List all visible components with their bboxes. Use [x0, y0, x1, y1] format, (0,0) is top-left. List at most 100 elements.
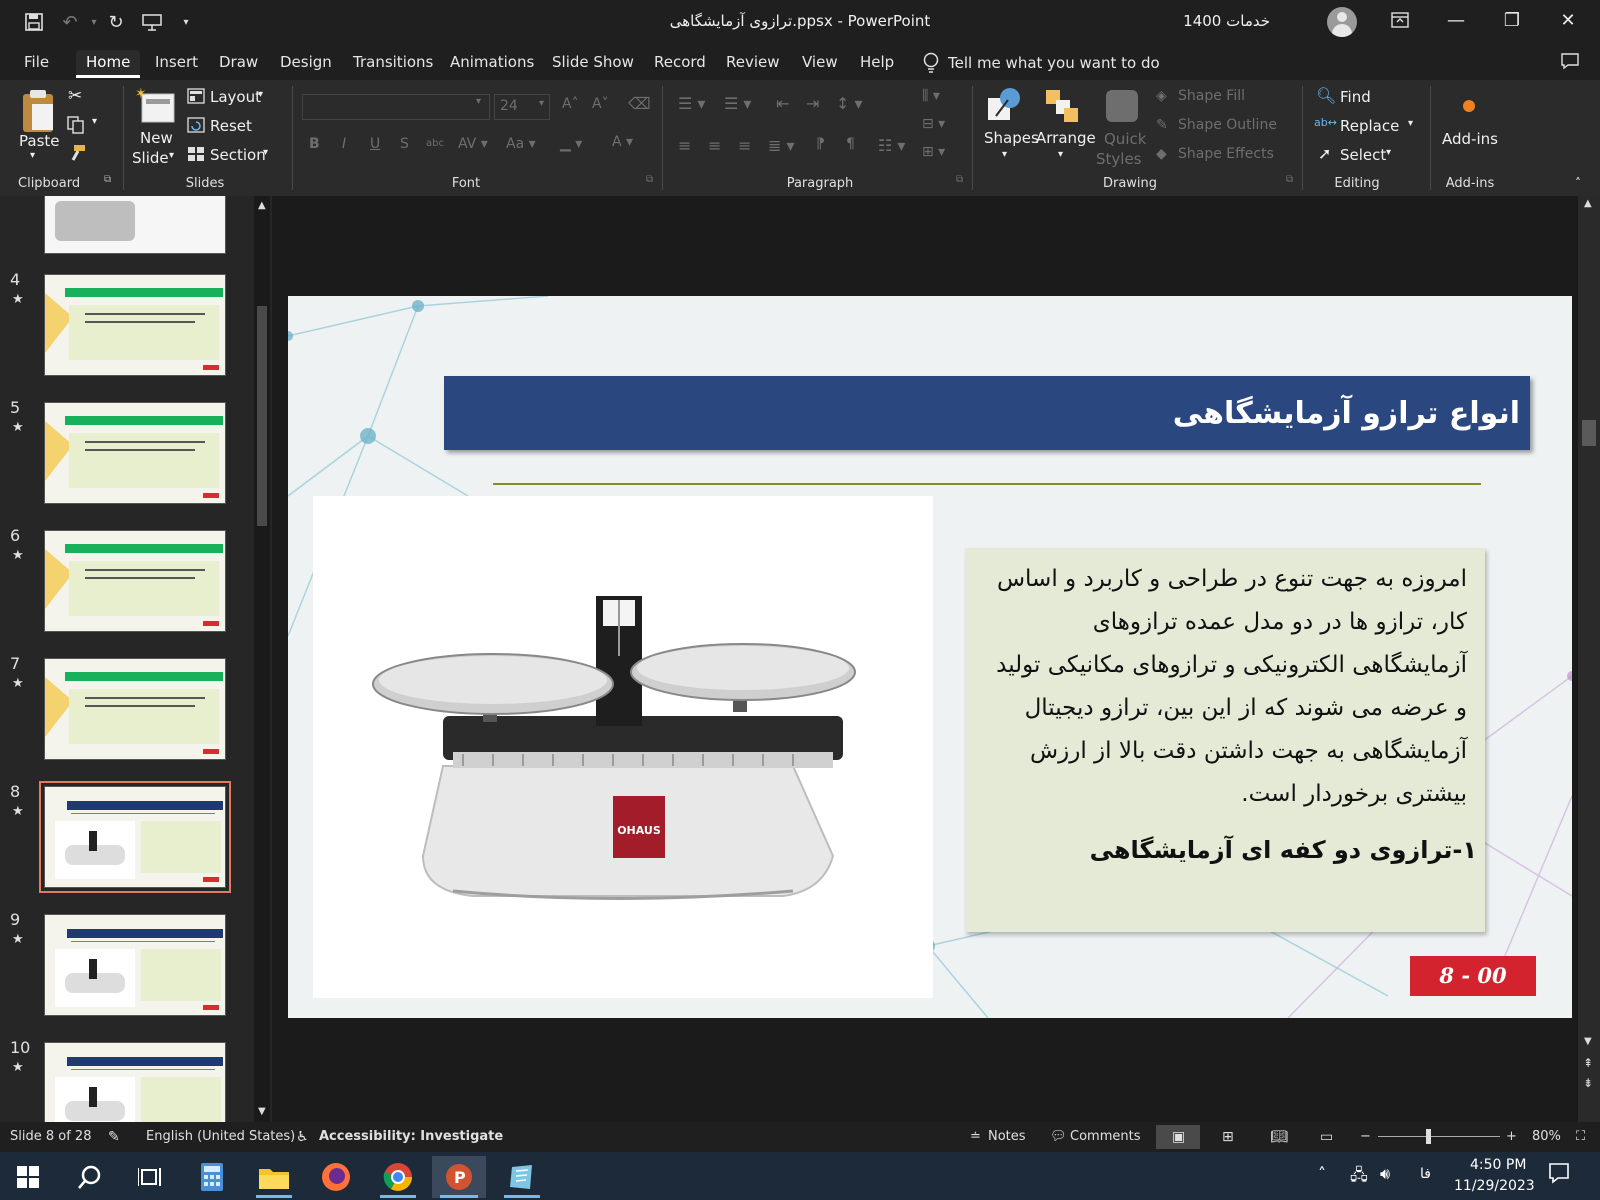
thumbnail-slide-7[interactable] — [44, 658, 226, 760]
reading-view-icon[interactable]: 📖︎ — [1270, 1129, 1288, 1145]
smartart-icon[interactable]: ⊞ ▾ — [922, 144, 945, 160]
new-slide-icon[interactable]: ✶ — [134, 86, 176, 130]
tab-review[interactable]: Review — [716, 50, 790, 78]
bullets-icon[interactable]: ☰ ▾ — [678, 94, 705, 113]
save-icon[interactable] — [20, 8, 48, 36]
section-dropdown-icon[interactable]: ▾ — [263, 147, 268, 158]
tab-draw[interactable]: Draw — [209, 50, 268, 78]
add-ins-button[interactable]: Add-ins — [1442, 130, 1498, 148]
font-name-dropdown-icon[interactable]: ▾ — [476, 96, 481, 107]
align-center-icon[interactable]: ≡ — [708, 136, 721, 155]
customize-toolbar-icon[interactable]: ▾ — [172, 8, 200, 36]
tab-animations[interactable]: Animations — [440, 50, 544, 78]
quick-styles-label-1[interactable]: Quick — [1104, 130, 1146, 148]
volume-icon[interactable]: 🔊︎ — [1380, 1164, 1390, 1184]
section-button[interactable]: Section — [210, 146, 266, 164]
align-left-icon[interactable]: ≡ — [678, 136, 691, 155]
scroll-up-icon[interactable]: ▲ — [258, 200, 266, 211]
language-status[interactable]: English (United States) — [146, 1129, 295, 1144]
line-spacing-icon[interactable]: ↕ ▾ — [836, 94, 863, 113]
zoom-in-icon[interactable]: + — [1506, 1129, 1517, 1144]
ltr-icon[interactable]: ⁋ — [816, 136, 825, 152]
arrange-icon[interactable] — [1044, 88, 1080, 128]
find-button[interactable]: Find — [1340, 88, 1371, 106]
character-spacing-icon[interactable]: AV ▾ — [458, 136, 488, 152]
windows-start-icon[interactable] — [4, 1156, 52, 1198]
scroll-down-icon[interactable]: ▼ — [258, 1106, 266, 1117]
paragraph-launcher-icon[interactable]: ⧉ — [956, 174, 963, 185]
reset-button[interactable]: Reset — [210, 117, 252, 135]
close-icon[interactable]: ✕ — [1540, 0, 1596, 40]
new-slide-label-2[interactable]: Slide — [132, 149, 169, 167]
fit-to-window-icon[interactable]: ⛶ — [1576, 1129, 1585, 1144]
replace-dropdown-icon[interactable]: ▾ — [1408, 118, 1413, 129]
avatar[interactable] — [1327, 7, 1357, 37]
tab-insert[interactable]: Insert — [145, 50, 208, 78]
shape-fill-button[interactable]: Shape Fill — [1178, 88, 1245, 104]
search-icon[interactable] — [66, 1156, 114, 1198]
tab-transitions[interactable]: Transitions — [343, 50, 443, 78]
increase-indent-icon[interactable]: ⇥ — [806, 94, 819, 113]
font-color-icon[interactable]: A ▾ — [612, 134, 633, 150]
tab-slide-show[interactable]: Slide Show — [542, 50, 644, 78]
tab-view[interactable]: View — [792, 50, 848, 78]
shape-outline-button[interactable]: Shape Outline — [1178, 117, 1277, 133]
thumbnail-slide-9[interactable] — [44, 914, 226, 1016]
slide-scroll-thumb[interactable] — [1582, 420, 1596, 446]
current-slide[interactable]: انواع ترازو آزمایشگاهی OHAUS امروزه به ج… — [288, 296, 1572, 1018]
accessibility-status[interactable]: Accessibility: Investigate — [319, 1129, 503, 1144]
thumbnail-slide-4[interactable] — [44, 274, 226, 376]
input-language-indicator[interactable]: فا — [1420, 1166, 1431, 1182]
columns-icon[interactable]: ☷ ▾ — [878, 136, 905, 155]
decrease-font-icon[interactable]: A˅ — [592, 96, 609, 112]
thumbnail-slide-8[interactable] — [39, 781, 231, 893]
zoom-slider-thumb[interactable] — [1426, 1129, 1431, 1144]
italic-icon[interactable]: I — [342, 136, 346, 152]
tab-design[interactable]: Design — [270, 50, 342, 78]
select-button[interactable]: Select — [1340, 146, 1386, 164]
minimize-icon[interactable]: — — [1428, 0, 1484, 40]
clipboard-launcher-icon[interactable]: ⧉ — [104, 174, 111, 185]
slide-text-box[interactable]: امروزه به جهت تنوع در طراحی و کاربرد و ا… — [965, 548, 1485, 932]
tab-record[interactable]: Record — [644, 50, 716, 78]
previous-slide-icon[interactable]: ⇞ — [1583, 1056, 1593, 1070]
copy-icon[interactable] — [67, 116, 85, 138]
paste-dropdown-icon[interactable]: ▾ — [30, 150, 35, 161]
copy-dropdown-icon[interactable]: ▾ — [92, 116, 97, 127]
highlight-icon[interactable]: ▁ ▾ — [560, 136, 582, 152]
thumbnail-slide-5[interactable] — [44, 402, 226, 504]
quick-styles-icon[interactable] — [1104, 88, 1140, 128]
next-slide-icon[interactable]: ⇟ — [1583, 1076, 1593, 1090]
cut-icon[interactable]: ✂ — [68, 86, 82, 106]
redo-icon[interactable]: ↻ — [102, 8, 130, 36]
text-direction-icon[interactable]: ⫼ ▾ — [922, 88, 940, 104]
select-dropdown-icon[interactable]: ▾ — [1386, 147, 1391, 158]
font-name-combobox[interactable] — [302, 94, 490, 120]
zoom-slider[interactable] — [1378, 1136, 1500, 1137]
start-slideshow-icon[interactable] — [138, 8, 166, 36]
shapes-button[interactable]: Shapes — [984, 129, 1039, 147]
align-text-icon[interactable]: ⊟ ▾ — [922, 116, 945, 132]
paste-button[interactable]: Paste — [19, 132, 60, 150]
text-shadow-icon[interactable]: abc — [426, 138, 444, 149]
bold-icon[interactable]: B — [309, 136, 320, 152]
layout-button[interactable]: Layout — [210, 88, 261, 106]
chrome-app-icon[interactable] — [374, 1156, 422, 1198]
slide-scroll-up-icon[interactable]: ▲ — [1584, 198, 1592, 209]
comments-pane-icon[interactable] — [1560, 52, 1580, 74]
slide-sorter-icon[interactable]: ⊞ — [1222, 1129, 1234, 1145]
slide-scrollbar[interactable]: ▲ ▼ ⇞ ⇟ — [1578, 196, 1600, 1122]
decrease-indent-icon[interactable]: ⇤ — [776, 94, 789, 113]
tab-file[interactable]: File — [14, 50, 59, 78]
zoom-out-icon[interactable]: − — [1360, 1129, 1371, 1144]
firefox-app-icon[interactable] — [312, 1156, 360, 1198]
calculator-app-icon[interactable] — [188, 1156, 236, 1198]
clear-formatting-icon[interactable]: ⌫ — [628, 94, 651, 113]
notification-center-icon[interactable] — [1548, 1162, 1570, 1188]
change-case-icon[interactable]: Aa ▾ — [506, 136, 536, 152]
thumbnail-slide-10[interactable] — [44, 1042, 226, 1122]
format-painter-icon[interactable] — [68, 144, 86, 166]
task-view-icon[interactable] — [126, 1156, 174, 1198]
show-hidden-icons-icon[interactable]: ˄ — [1318, 1164, 1326, 1183]
clock-date[interactable]: 11/29/2023 — [1454, 1178, 1535, 1194]
